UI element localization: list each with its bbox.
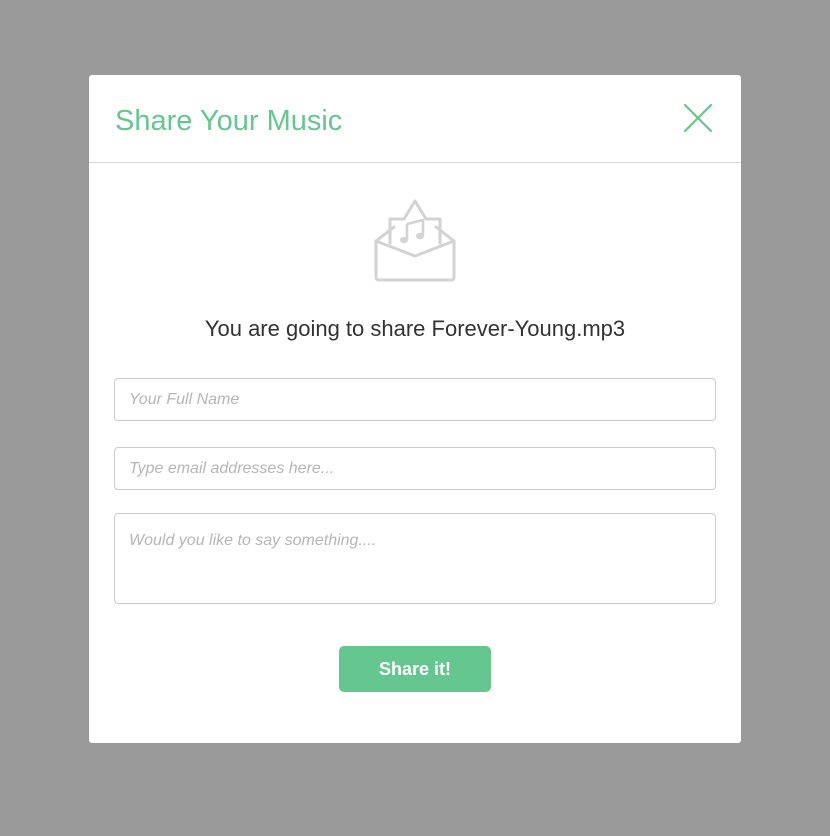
share-music-dialog: Share Your Music You are going to share … [89,75,741,743]
close-icon[interactable] [680,100,716,136]
share-message: You are going to share Forever-Young.mp3 [204,316,626,341]
email-addresses-input[interactable] [114,447,716,490]
message-textarea[interactable] [114,513,716,604]
envelope-music-icon [374,199,456,282]
dialog-title: Share Your Music [115,105,343,137]
close-button[interactable] [680,100,716,136]
full-name-input[interactable] [114,378,716,421]
dialog-header: Share Your Music [89,75,741,163]
share-button[interactable]: Share it! [339,646,491,692]
